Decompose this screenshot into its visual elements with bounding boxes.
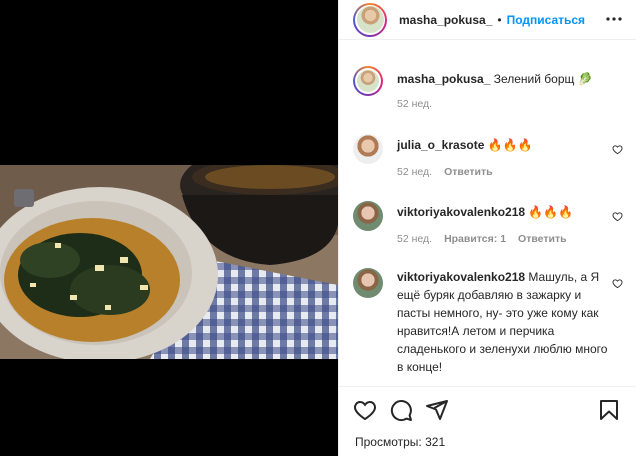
comment-text: 🔥🔥🔥 <box>487 138 533 152</box>
commenter-avatar[interactable] <box>353 268 383 298</box>
caption-author[interactable]: masha_pokusa_ <box>397 72 490 86</box>
reply-button[interactable]: Ответить <box>518 233 567 245</box>
post-header: masha_pokusa_ • Подписаться <box>339 0 636 40</box>
comment-icon[interactable] <box>389 398 413 422</box>
likes-count[interactable]: Нравится: 1 <box>444 233 506 245</box>
caption-avatar[interactable] <box>353 66 383 96</box>
post-modal: masha_pokusa_ • Подписаться masha_pokusa… <box>0 0 636 456</box>
post-photo <box>0 165 338 359</box>
heart-icon[interactable] <box>612 211 623 222</box>
views-count[interactable]: Просмотры: 321 <box>355 435 445 449</box>
commenter-avatar[interactable] <box>353 201 383 231</box>
caption-text: Зелений борщ 🥬 <box>493 72 593 86</box>
reply-button[interactable]: Ответить <box>444 166 493 178</box>
more-icon[interactable] <box>605 12 623 26</box>
share-icon[interactable] <box>425 398 449 422</box>
heart-icon[interactable] <box>353 398 377 422</box>
bookmark-icon[interactable] <box>597 398 621 422</box>
comment-author[interactable]: julia_o_krasote <box>397 138 484 152</box>
post-actions: Просмотры: 321 <box>339 386 636 456</box>
comment-author[interactable]: viktoriyakovalenko218 <box>397 205 525 219</box>
comment-text: Машуль, а Я ещё буряк добавляю в зажарку… <box>397 270 608 374</box>
comment-time[interactable]: 52 нед. <box>397 233 432 245</box>
comment-time[interactable]: 52 нед. <box>397 166 432 178</box>
commenter-avatar[interactable] <box>353 134 383 164</box>
comment-author[interactable]: viktoriyakovalenko218 <box>397 270 525 284</box>
heart-icon[interactable] <box>612 144 623 155</box>
caption-time[interactable]: 52 нед. <box>397 98 432 110</box>
author-avatar[interactable] <box>353 2 387 37</box>
follow-button[interactable]: Подписаться <box>507 13 585 27</box>
author-username[interactable]: masha_pokusa_ <box>399 13 492 27</box>
separator-dot: • <box>497 12 502 27</box>
heart-icon[interactable] <box>612 278 623 289</box>
comment-text: 🔥🔥🔥 <box>528 205 574 219</box>
media-panel[interactable] <box>0 0 338 456</box>
post-side-panel: masha_pokusa_ • Подписаться masha_pokusa… <box>338 0 636 456</box>
